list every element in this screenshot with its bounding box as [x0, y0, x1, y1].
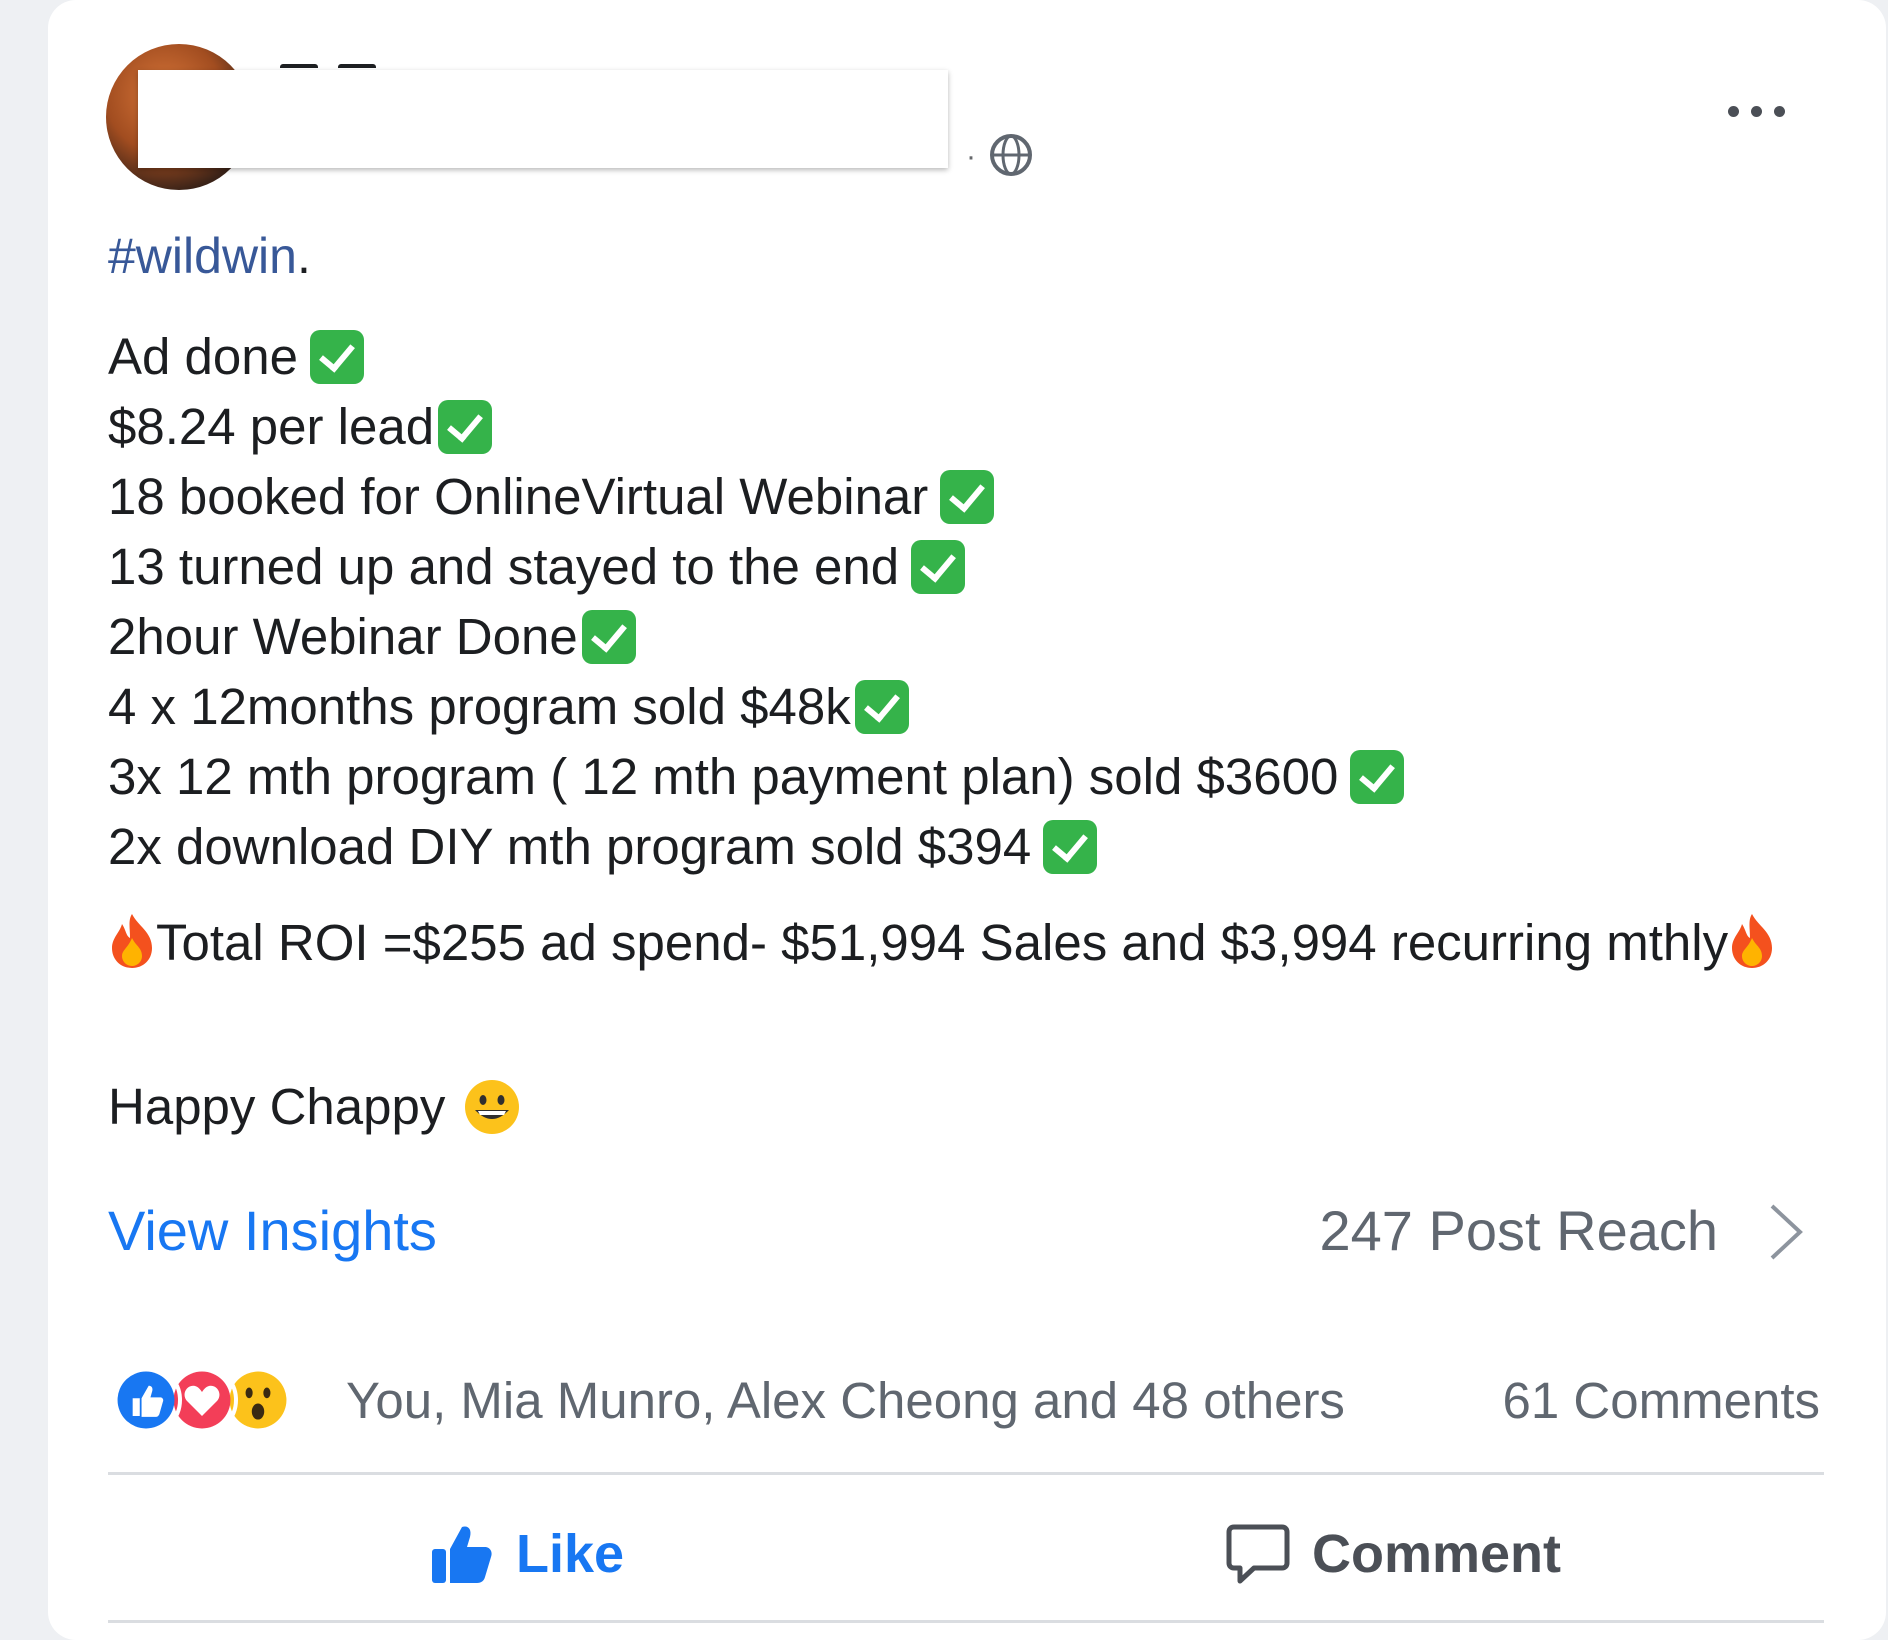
- hashtag-suffix: .: [296, 228, 311, 284]
- roi-paragraph: Total ROI =$255 ad spend- $51,994 Sales …: [108, 908, 1808, 978]
- meta-separator: ·: [966, 140, 976, 173]
- comment-label: Comment: [1312, 1524, 1562, 1584]
- list-item-text: 4 x 12months program sold $48k: [108, 678, 851, 735]
- check-mark-icon: [310, 330, 365, 384]
- list-item: 18 booked for OnlineVirtual Webinar: [108, 462, 1404, 532]
- list-item-text: 2x download DIY mth program sold $394: [108, 818, 1032, 875]
- comments-count[interactable]: 61 Comments: [1503, 1366, 1820, 1436]
- chevron-right-icon[interactable]: [1766, 1200, 1806, 1264]
- view-insights-link[interactable]: View Insights: [108, 1196, 437, 1266]
- fire-icon: [1732, 914, 1773, 968]
- list-item: Ad done: [108, 322, 1404, 392]
- hashtag-link[interactable]: #wildwin: [108, 228, 297, 284]
- check-mark-icon: [1350, 750, 1405, 804]
- hashtag-line: #wildwin.: [108, 226, 311, 286]
- check-mark-icon: [581, 610, 636, 664]
- globe-icon: [990, 134, 1032, 176]
- list-item-text: 18 booked for OnlineVirtual Webinar: [108, 468, 929, 525]
- grinning-face-icon: [465, 1080, 520, 1134]
- list-item-text: 13 turned up and stayed to the end: [108, 538, 900, 595]
- roi-text: Total ROI =$255 ad spend- $51,994 Sales …: [156, 914, 1729, 971]
- list-item: 13 turned up and stayed to the end: [108, 532, 1404, 602]
- like-label: Like: [516, 1524, 625, 1584]
- check-mark-icon: [911, 540, 966, 594]
- divider: [108, 1620, 1824, 1623]
- post-reach-count[interactable]: 247 Post Reach: [1320, 1196, 1718, 1266]
- closing-text: Happy Chappy: [108, 1078, 446, 1135]
- fire-icon: [112, 914, 152, 968]
- list-item-text: 2hour Webinar Done: [108, 608, 578, 665]
- redaction-box: [138, 70, 948, 168]
- list-item: 2x download DIY mth program sold $394: [108, 812, 1404, 882]
- divider: [108, 1472, 1824, 1475]
- comment-icon: [1226, 1524, 1290, 1584]
- reaction-icons[interactable]: [110, 1364, 324, 1438]
- author-name-fragment: [280, 50, 440, 68]
- post-checklist: Ad done $8.24 per lead 18 booked for Onl…: [108, 322, 1405, 882]
- like-reaction-icon: [110, 1364, 182, 1436]
- reactions-summary[interactable]: You, Mia Munro, Alex Cheong and 48 other…: [346, 1366, 1345, 1436]
- list-item: $8.24 per lead: [108, 392, 1404, 462]
- like-button[interactable]: Like: [430, 1508, 624, 1600]
- thumbs-up-icon: [432, 1526, 492, 1583]
- closing-line: Happy Chappy: [108, 1072, 521, 1142]
- list-item-text: $8.24 per lead: [108, 398, 435, 455]
- check-mark-icon: [438, 400, 493, 454]
- check-mark-icon: [854, 680, 909, 734]
- list-item-text: Ad done: [108, 328, 299, 385]
- list-item: 2hour Webinar Done: [108, 602, 1404, 672]
- list-item: 3x 12 mth program ( 12 mth payment plan)…: [108, 742, 1405, 812]
- comment-button[interactable]: Comment: [1226, 1508, 1561, 1600]
- list-item-text: 3x 12 mth program ( 12 mth payment plan)…: [108, 748, 1339, 805]
- check-mark-icon: [940, 470, 995, 524]
- more-options-icon[interactable]: [1722, 92, 1792, 132]
- list-item: 4 x 12months program sold $48k: [108, 672, 1404, 742]
- check-mark-icon: [1043, 820, 1098, 874]
